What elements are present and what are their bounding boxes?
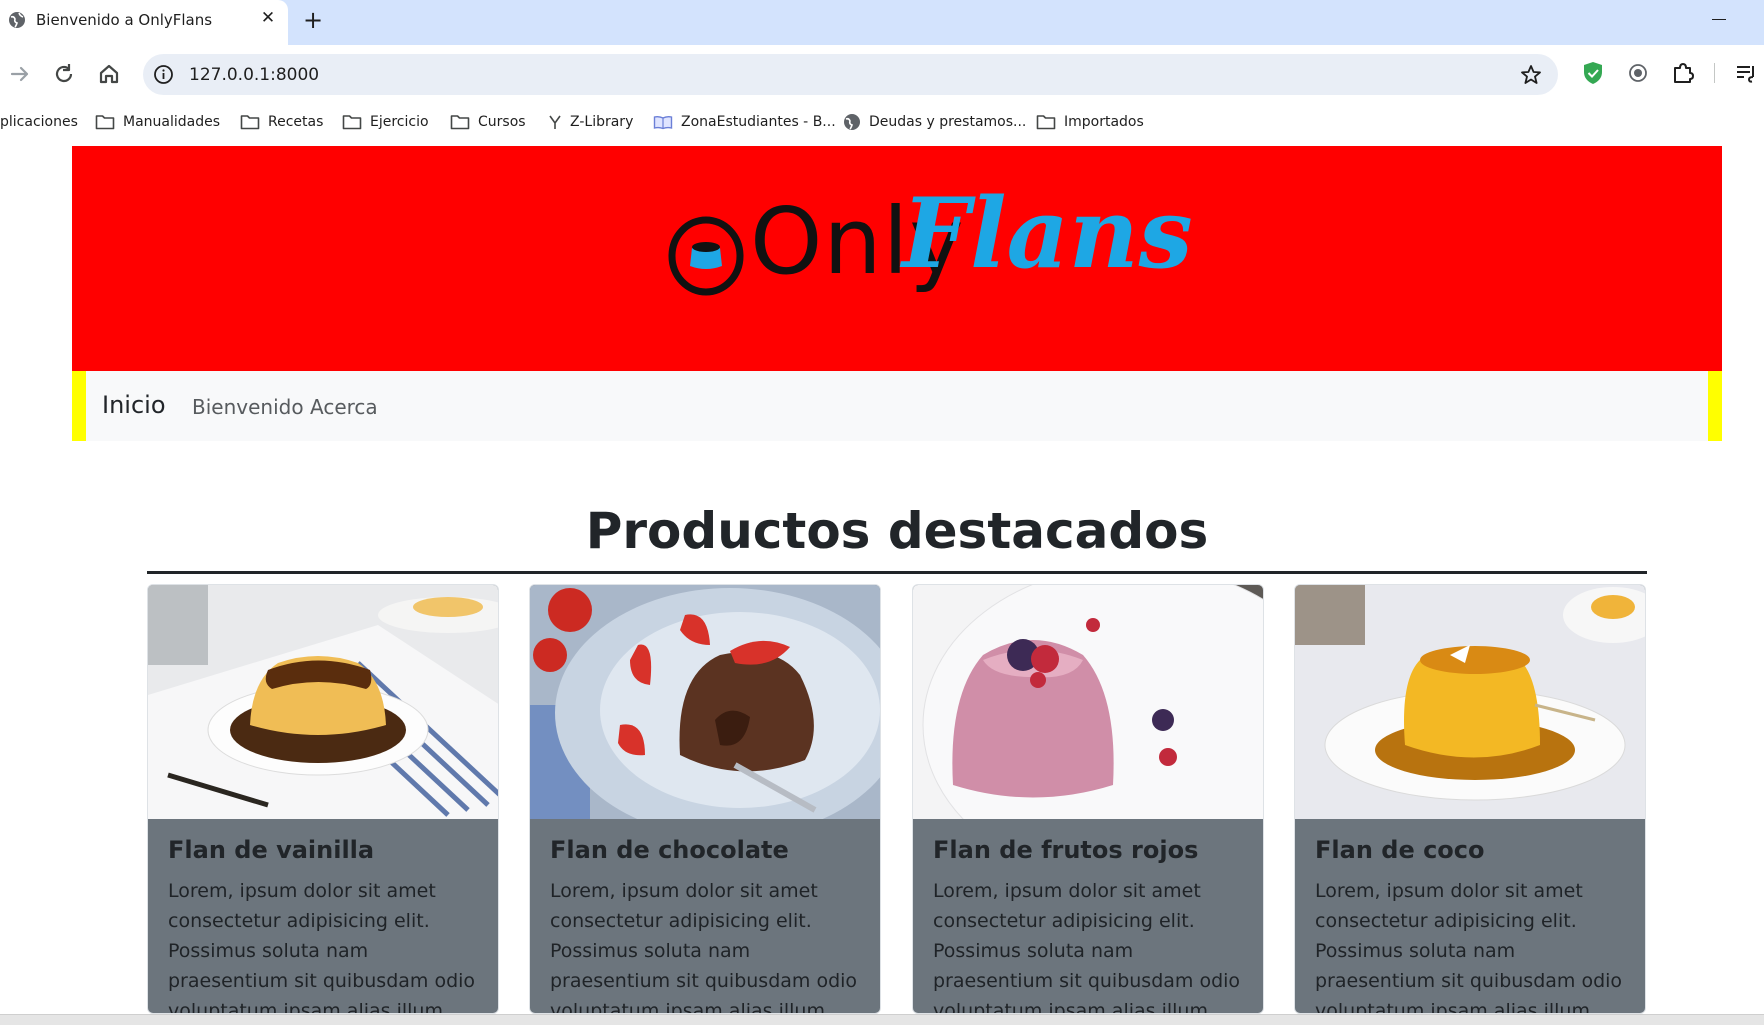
browser-tab[interactable]: Bienvenido a OnlyFlans ✕ xyxy=(0,0,288,45)
new-tab-button[interactable]: + xyxy=(302,7,324,33)
bookmark-folder-cursos[interactable]: Cursos xyxy=(450,111,526,133)
minimize-button[interactable] xyxy=(1712,19,1726,20)
card-body: Flan de chocolate Lorem, ipsum dolor sit… xyxy=(550,835,865,1014)
folder-icon xyxy=(450,115,470,130)
reload-icon[interactable] xyxy=(50,60,78,88)
bookmark-label: Ejercicio xyxy=(370,114,429,130)
toolbar-divider xyxy=(1714,63,1715,83)
record-extension-icon[interactable] xyxy=(1625,60,1651,86)
title-divider xyxy=(147,571,1647,574)
bookmark-apps[interactable]: plicaciones xyxy=(0,111,78,133)
extensions-puzzle-icon[interactable] xyxy=(1670,60,1696,86)
flan-chocolate-image xyxy=(530,585,880,819)
logo-text-flans: Flans xyxy=(902,177,1193,290)
home-icon[interactable] xyxy=(95,60,123,88)
bookmark-z-library[interactable]: Z-Library xyxy=(548,111,633,133)
flan-vainilla-image xyxy=(148,585,498,819)
tab-title: Bienvenido a OnlyFlans xyxy=(36,11,213,29)
globe-icon xyxy=(9,12,25,28)
card-title: Flan de frutos rojos xyxy=(933,836,1199,864)
hero-banner: Only Flans xyxy=(72,146,1722,371)
folder-icon xyxy=(95,115,115,130)
card-body: Flan de frutos rojos Lorem, ipsum dolor … xyxy=(933,835,1248,1014)
bookmark-label: Z-Library xyxy=(570,114,634,130)
flan-coco-image xyxy=(1295,585,1645,819)
bookmark-label: plicaciones xyxy=(0,114,78,130)
nav-link-acerca[interactable]: Acerca xyxy=(310,395,378,419)
browser-toolbar: 127.0.0.1:8000 xyxy=(0,45,1764,103)
bookmark-deudas[interactable]: Deudas y prestamos... xyxy=(843,111,1026,133)
card-text: Lorem, ipsum dolor sit amet consectetur … xyxy=(1315,880,1623,1014)
card-body: Flan de coco Lorem, ipsum dolor sit amet… xyxy=(1315,835,1630,1014)
product-card-chocolate[interactable]: Flan de chocolate Lorem, ipsum dolor sit… xyxy=(529,584,881,1014)
card-title: Flan de vainilla xyxy=(168,836,375,864)
bookmark-folder-recetas[interactable]: Recetas xyxy=(240,111,323,133)
bookmark-label: ZonaEstudiantes - B... xyxy=(681,114,836,130)
book-icon xyxy=(653,115,673,130)
reading-list-icon[interactable] xyxy=(1733,60,1759,86)
bookmarks-bar: plicaciones Manualidades Recetas Ejercic… xyxy=(0,103,1764,141)
product-card-vainilla[interactable]: Flan de vainilla Lorem, ipsum dolor sit … xyxy=(147,584,499,1014)
card-text: Lorem, ipsum dolor sit amet consectetur … xyxy=(168,880,476,1014)
product-card-frutos-rojos[interactable]: Flan de frutos rojos Lorem, ipsum dolor … xyxy=(912,584,1264,1014)
flan-frutos-rojos-image xyxy=(913,585,1263,819)
bookmark-folder-importados[interactable]: Importados xyxy=(1036,111,1144,133)
bookmark-label: Deudas y prestamos... xyxy=(869,114,1027,130)
bookmark-label: Manualidades xyxy=(123,114,221,130)
address-bar[interactable]: 127.0.0.1:8000 xyxy=(143,54,1558,95)
z-library-icon xyxy=(549,115,561,129)
bookmark-label: Cursos xyxy=(478,114,526,130)
product-card-coco[interactable]: Flan de coco Lorem, ipsum dolor sit amet… xyxy=(1294,584,1646,1014)
card-title: Flan de chocolate xyxy=(550,836,789,864)
close-tab-icon[interactable]: ✕ xyxy=(258,8,278,28)
forward-icon[interactable] xyxy=(6,60,34,88)
bookmark-zonaestudiantes[interactable]: ZonaEstudiantes - B... xyxy=(653,111,836,133)
window-bottom-edge xyxy=(0,1014,1764,1025)
section-title: Productos destacados xyxy=(585,502,1209,560)
card-text: Lorem, ipsum dolor sit amet consectetur … xyxy=(550,880,858,1014)
site-info-icon[interactable] xyxy=(153,64,174,85)
shield-extension-icon[interactable] xyxy=(1580,60,1606,86)
onlyflans-logo: Only Flans xyxy=(662,176,1193,306)
card-body: Flan de vainilla Lorem, ipsum dolor sit … xyxy=(168,835,483,1014)
url-text[interactable]: 127.0.0.1:8000 xyxy=(189,65,319,85)
card-title: Flan de coco xyxy=(1315,836,1485,864)
main-navbar: Inicio Bienvenido Acerca xyxy=(72,371,1722,441)
nav-brand-inicio[interactable]: Inicio xyxy=(102,391,166,419)
folder-icon xyxy=(1036,115,1056,130)
bookmark-star-icon[interactable] xyxy=(1519,63,1543,87)
bookmark-label: Recetas xyxy=(268,114,324,130)
card-text: Lorem, ipsum dolor sit amet consectetur … xyxy=(933,880,1241,1014)
flan-logo-icon xyxy=(668,216,744,296)
folder-icon xyxy=(342,115,362,130)
bookmark-folder-ejercicio[interactable]: Ejercicio xyxy=(342,111,429,133)
globe-icon xyxy=(844,114,860,130)
bookmark-label: Importados xyxy=(1064,114,1144,130)
bookmark-folder-manualidades[interactable]: Manualidades xyxy=(95,111,220,133)
folder-icon xyxy=(240,115,260,130)
nav-link-bienvenido[interactable]: Bienvenido xyxy=(192,395,304,419)
tab-strip: Bienvenido a OnlyFlans ✕ + xyxy=(0,0,1764,45)
